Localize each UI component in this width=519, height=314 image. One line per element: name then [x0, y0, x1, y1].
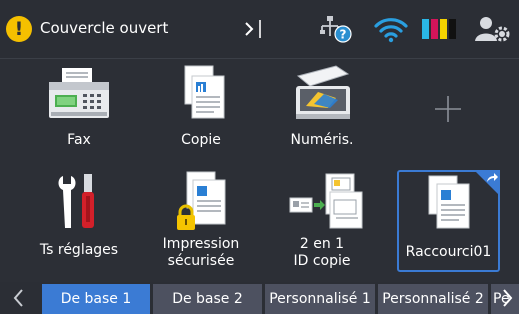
copy-tile[interactable]: Copie — [149, 62, 253, 172]
id-copy-tile[interactable]: 2 en 1 ID copie — [270, 170, 374, 280]
status-message-area[interactable]: ! Couvercle ouvert — [0, 0, 266, 58]
shortcut-arrow-icon — [474, 170, 500, 196]
ink-cartridge-bar — [431, 19, 438, 39]
add-shortcut-plus-icon — [396, 62, 500, 130]
id-copy-label-line2: ID copie — [293, 253, 351, 269]
secure-print-label-line2: sécurisée — [167, 253, 235, 269]
shortcut-label: Raccourci01 — [405, 244, 492, 260]
secure-print-label-line1: Impression — [162, 236, 240, 252]
secure-print-tile[interactable]: Impression sécurisée — [149, 170, 253, 280]
status-divider — [0, 58, 519, 59]
tab-scroll-right-button[interactable] — [496, 282, 519, 314]
status-message: Couvercle ouvert — [40, 19, 169, 37]
fax-tile[interactable]: Fax — [27, 62, 131, 172]
all-settings-tile[interactable]: Ts réglages — [27, 170, 131, 280]
tab-de-base-1[interactable]: De base 1 — [42, 284, 150, 314]
user-settings-icon — [475, 17, 510, 42]
secure-print-lock-icon — [149, 170, 253, 238]
warning-icon: ! — [6, 16, 32, 42]
wired-network-help-icon: ? — [320, 16, 352, 43]
network-status-button[interactable]: ? — [320, 14, 356, 44]
chevron-right-icon — [245, 20, 261, 38]
id-copy-label-line1: 2 en 1 — [299, 236, 345, 252]
fax-label: Fax — [67, 132, 91, 148]
ink-cartridge-bar — [440, 19, 447, 39]
all-settings-label: Ts réglages — [39, 242, 119, 258]
tools-settings-icon — [27, 170, 131, 238]
scan-label: Numéris. — [290, 132, 354, 148]
user-settings-button[interactable] — [474, 15, 512, 43]
fax-icon — [27, 62, 131, 130]
status-more-button[interactable] — [240, 16, 268, 42]
wifi-status-button[interactable] — [373, 17, 409, 43]
tab-personnalise-1[interactable]: Personnalisé 1 — [265, 284, 375, 314]
svg-text:?: ? — [340, 28, 347, 42]
tab-personnalise-2[interactable]: Personnalisé 2 — [378, 284, 488, 314]
copy-label: Copie — [181, 132, 221, 148]
scan-tile[interactable]: Numéris. — [270, 62, 374, 172]
copy-icon — [149, 62, 253, 130]
shortcut-tile[interactable]: Raccourci01 — [397, 170, 500, 272]
ink-cartridge-bar — [422, 19, 429, 39]
tab-scroll-left-button[interactable] — [4, 282, 34, 314]
tab-bar: De base 1 De base 2 Personnalisé 1 Perso… — [0, 282, 519, 314]
wifi-icon — [374, 18, 408, 43]
tab-de-base-2[interactable]: De base 2 — [153, 284, 262, 314]
chevron-right-icon — [503, 289, 513, 307]
scanner-icon — [270, 62, 374, 130]
ink-status-button[interactable] — [420, 18, 460, 40]
add-shortcut-tile[interactable] — [396, 62, 500, 172]
ink-cartridges-icon — [422, 19, 456, 39]
two-in-one-id-copy-icon — [270, 170, 374, 238]
chevron-left-icon — [13, 289, 23, 307]
ink-cartridge-bar — [449, 19, 456, 39]
status-bar: ! Couvercle ouvert ? — [0, 0, 519, 58]
